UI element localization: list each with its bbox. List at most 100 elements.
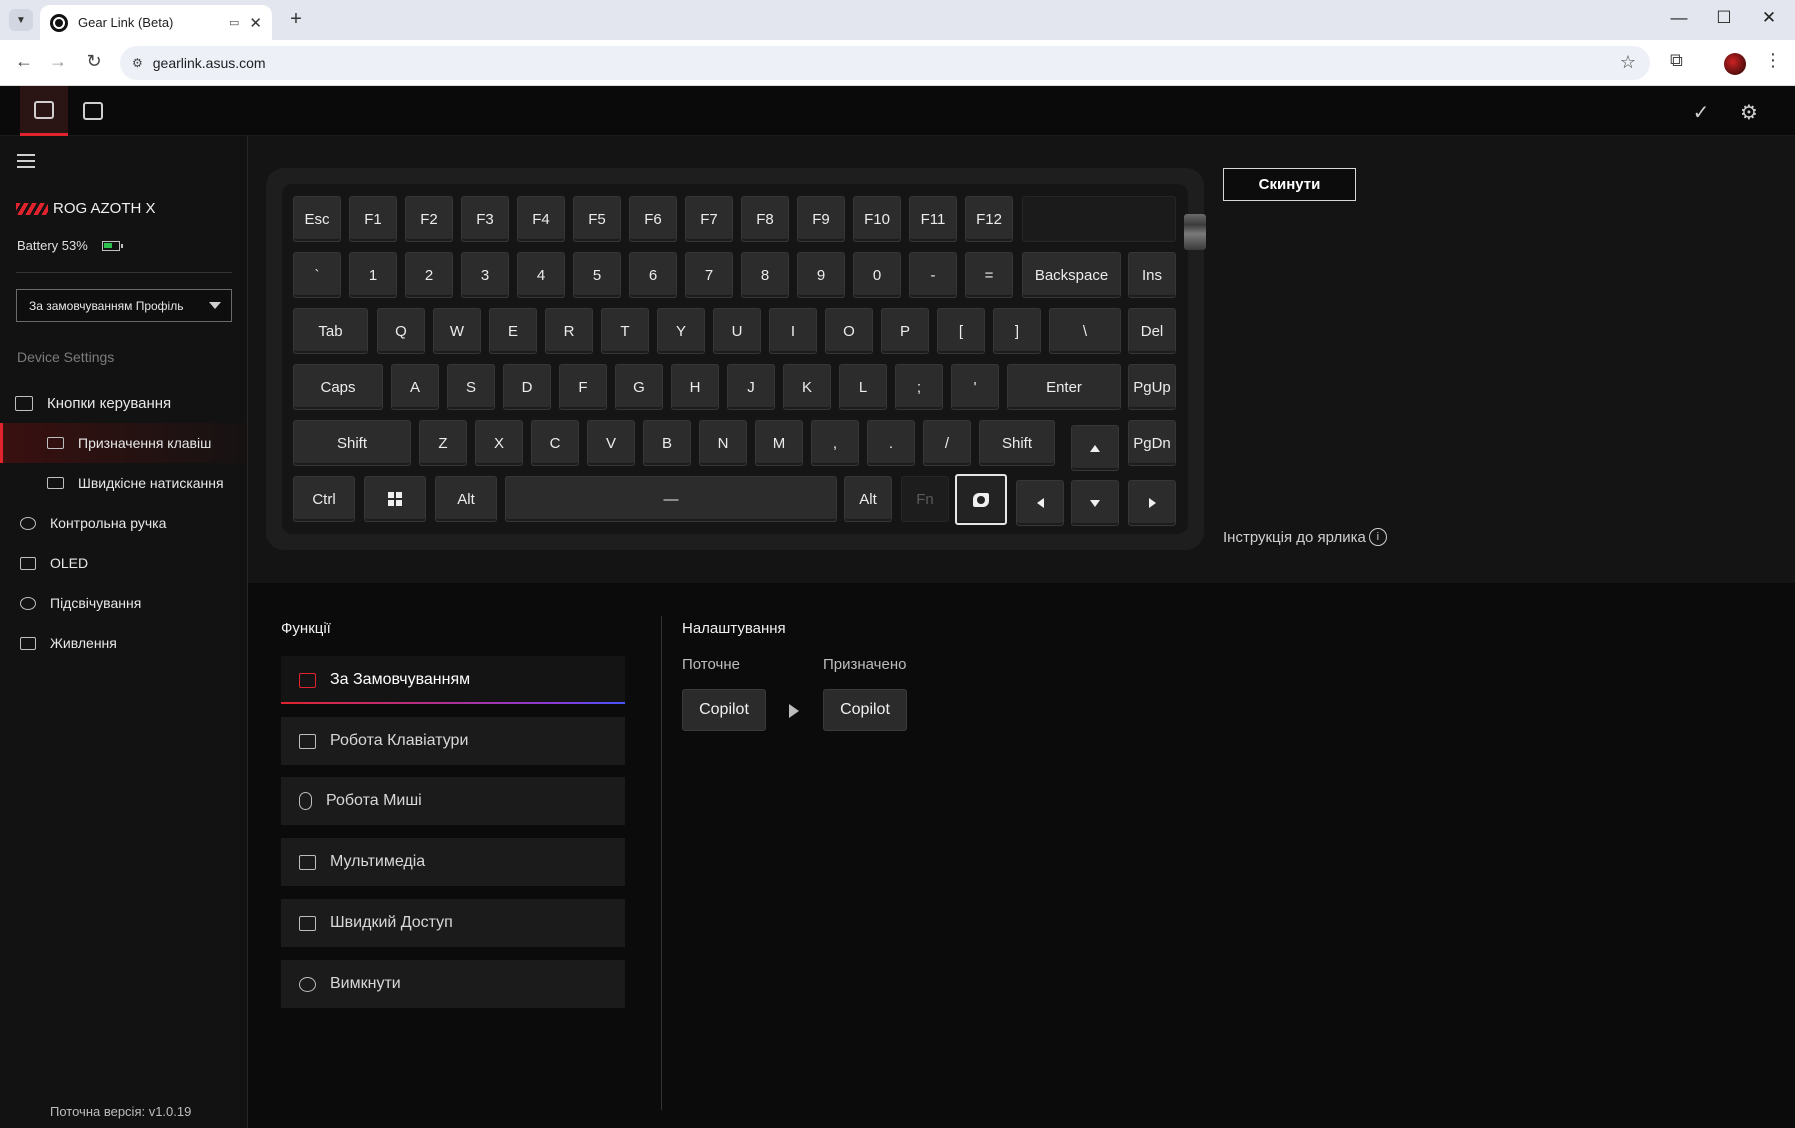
key-copilot[interactable]: [955, 474, 1007, 525]
sidebar-item-rapid-trigger[interactable]: Швидкісне натискання: [0, 463, 247, 503]
key[interactable]: Q: [377, 308, 425, 354]
bookmark-star-icon[interactable]: ☆: [1620, 52, 1636, 73]
assigned-value[interactable]: Copilot: [823, 689, 907, 731]
control-knob[interactable]: [1184, 214, 1206, 250]
profile-avatar[interactable]: [1724, 53, 1746, 75]
key-f11[interactable]: F11: [909, 196, 957, 242]
key-f8[interactable]: F8: [741, 196, 789, 242]
key-pgdn[interactable]: PgDn: [1128, 420, 1176, 466]
key[interactable]: V: [587, 420, 635, 466]
site-info-icon[interactable]: ⚙: [132, 56, 143, 70]
key[interactable]: /: [923, 420, 971, 466]
key-caps[interactable]: Caps: [293, 364, 383, 410]
key-enter[interactable]: Enter: [1007, 364, 1121, 410]
key[interactable]: J: [727, 364, 775, 410]
key-arrow-left[interactable]: [1016, 480, 1064, 526]
back-icon[interactable]: ←: [12, 51, 36, 72]
key-arrow-down[interactable]: [1071, 480, 1119, 526]
key-esc[interactable]: Esc: [293, 196, 341, 242]
function-disable[interactable]: Вимкнути: [281, 960, 625, 1008]
key[interactable]: 4: [517, 252, 565, 298]
omnibox[interactable]: ⚙ gearlink.asus.com ☆: [120, 46, 1650, 80]
key[interactable]: 6: [629, 252, 677, 298]
key-ctrl[interactable]: Ctrl: [293, 476, 355, 522]
devices-tab[interactable]: [20, 86, 68, 136]
function-default[interactable]: За Замовчуванням: [281, 656, 625, 704]
key-space[interactable]: —: [505, 476, 837, 522]
key-f10[interactable]: F10: [853, 196, 901, 242]
tab-list-button[interactable]: ▼: [9, 9, 33, 31]
key[interactable]: H: [671, 364, 719, 410]
key[interactable]: 8: [741, 252, 789, 298]
maximize-button[interactable]: ☐: [1701, 8, 1747, 28]
key-backspace[interactable]: Backspace: [1022, 252, 1121, 298]
key-right-shift[interactable]: Shift: [979, 420, 1055, 466]
key[interactable]: N: [699, 420, 747, 466]
key-backslash[interactable]: \: [1049, 308, 1121, 354]
key[interactable]: E: [489, 308, 537, 354]
key[interactable]: C: [531, 420, 579, 466]
key[interactable]: ]: [993, 308, 1041, 354]
key-f4[interactable]: F4: [517, 196, 565, 242]
forward-icon[interactable]: →: [46, 51, 70, 72]
reset-button[interactable]: Скинути: [1223, 168, 1356, 201]
key[interactable]: -: [909, 252, 957, 298]
tab-close-icon[interactable]: ✕: [249, 14, 262, 32]
key[interactable]: A: [391, 364, 439, 410]
key[interactable]: K: [783, 364, 831, 410]
reload-icon[interactable]: ↻: [82, 51, 106, 72]
key-f1[interactable]: F1: [349, 196, 397, 242]
key[interactable]: B: [643, 420, 691, 466]
minimize-button[interactable]: —: [1656, 8, 1702, 28]
key[interactable]: U: [713, 308, 761, 354]
key[interactable]: Y: [657, 308, 705, 354]
key[interactable]: T: [601, 308, 649, 354]
key[interactable]: I: [769, 308, 817, 354]
key-left-shift[interactable]: Shift: [293, 420, 411, 466]
shortcut-guide-link[interactable]: Інструкція до ярлика i: [1223, 528, 1387, 546]
browser-tab[interactable]: Gear Link (Beta) ▭ ✕: [40, 5, 272, 40]
extensions-icon[interactable]: ⧉: [1670, 50, 1683, 71]
key[interactable]: M: [755, 420, 803, 466]
key-f7[interactable]: F7: [685, 196, 733, 242]
new-tab-button[interactable]: +: [284, 8, 308, 31]
sidebar-item-control-knob[interactable]: Контрольна ручка: [0, 503, 247, 543]
key-f12[interactable]: F12: [965, 196, 1013, 242]
key[interactable]: [: [937, 308, 985, 354]
profile-dropdown[interactable]: За замовчуванням Профіль: [16, 289, 232, 322]
function-mouse[interactable]: Робота Миші: [281, 777, 625, 825]
sidebar-item-lighting[interactable]: Підсвічування: [0, 583, 247, 623]
hamburger-menu-icon[interactable]: [17, 154, 35, 172]
key-f2[interactable]: F2: [405, 196, 453, 242]
sidebar-item-control-buttons[interactable]: Кнопки керування: [0, 383, 247, 423]
browser-menu-icon[interactable]: ⋮: [1764, 50, 1782, 71]
key-windows[interactable]: [364, 476, 426, 522]
function-shortcut[interactable]: Швидкий Доступ: [281, 899, 625, 947]
key[interactable]: D: [503, 364, 551, 410]
key[interactable]: Z: [419, 420, 467, 466]
key[interactable]: G: [615, 364, 663, 410]
key[interactable]: ;: [895, 364, 943, 410]
sidebar-item-power[interactable]: Живлення: [0, 623, 247, 663]
key[interactable]: O: [825, 308, 873, 354]
key[interactable]: .: [867, 420, 915, 466]
key[interactable]: 7: [685, 252, 733, 298]
sidebar-item-oled[interactable]: OLED: [0, 543, 247, 583]
key-arrow-up[interactable]: [1071, 425, 1119, 471]
key-blank[interactable]: [1022, 196, 1176, 242]
store-tab[interactable]: [69, 86, 117, 136]
key[interactable]: R: [545, 308, 593, 354]
key[interactable]: 5: [573, 252, 621, 298]
key-tab[interactable]: Tab: [293, 308, 368, 354]
key[interactable]: S: [447, 364, 495, 410]
key-pgup[interactable]: PgUp: [1128, 364, 1176, 410]
key-right-alt[interactable]: Alt: [844, 476, 892, 522]
key-f3[interactable]: F3: [461, 196, 509, 242]
key[interactable]: 1: [349, 252, 397, 298]
gear-icon[interactable]: ⚙: [1736, 99, 1762, 125]
close-window-button[interactable]: ✕: [1746, 8, 1792, 28]
key[interactable]: 2: [405, 252, 453, 298]
sidebar-item-key-assignment[interactable]: Призначення клавіш: [0, 423, 247, 463]
key-ins[interactable]: Ins: [1128, 252, 1176, 298]
key-left-alt[interactable]: Alt: [435, 476, 497, 522]
